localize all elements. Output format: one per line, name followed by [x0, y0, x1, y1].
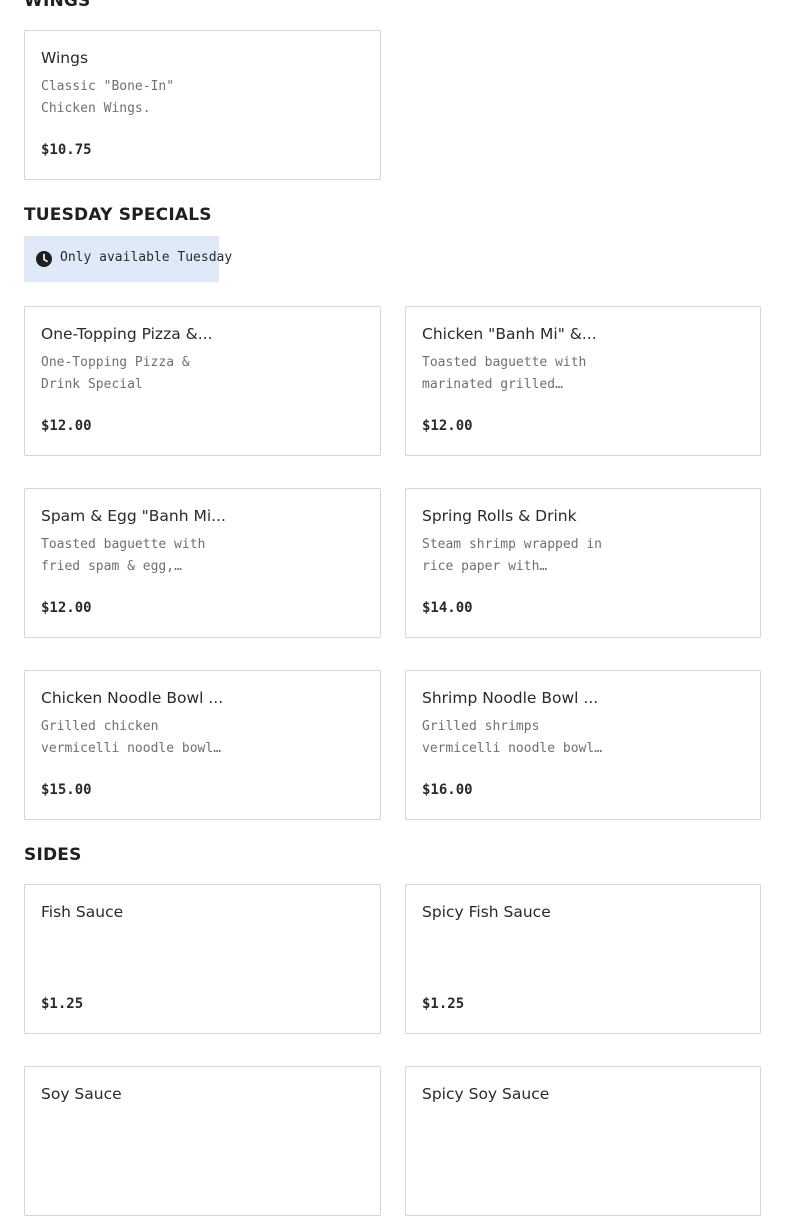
menu-item-card[interactable]: Shrimp Noodle Bowl ... Grilled shrimps v…	[405, 670, 761, 820]
item-name: Wings	[41, 49, 89, 67]
clock-icon	[36, 251, 52, 267]
section-title-tuesday-specials: TUESDAY SPECIALS	[24, 205, 212, 225]
item-name: Spicy Fish Sauce	[422, 903, 551, 921]
menu-item-card[interactable]: Fish Sauce $1.25	[24, 884, 381, 1034]
item-price: $12.00	[422, 418, 473, 434]
item-name: Soy Sauce	[41, 1085, 122, 1103]
item-description: Grilled shrimps vermicelli noodle bowl w…	[422, 719, 595, 756]
item-name: Spam & Egg "Banh Mi...	[41, 507, 226, 525]
item-name: Spring Rolls & Drink	[422, 507, 577, 525]
item-price: $12.00	[41, 600, 92, 616]
item-name: Chicken "Banh Mi" &...	[422, 325, 597, 343]
section-title-wings: WINGS	[24, 0, 91, 11]
menu-item-card[interactable]: Chicken "Banh Mi" &... Toasted baguette …	[405, 306, 761, 456]
availability-notice: Only available Tuesday	[24, 236, 232, 282]
section-title-sides: SIDES	[24, 845, 82, 865]
item-description: One-Topping Pizza & Drink Special	[41, 355, 190, 392]
item-name: Spicy Soy Sauce	[422, 1085, 550, 1103]
item-price: $1.25	[422, 996, 465, 1012]
menu-item-card[interactable]: Chicken Noodle Bowl ... Grilled chicken …	[24, 670, 381, 820]
item-price: $1.25	[41, 996, 84, 1012]
menu-item-card[interactable]: Spring Rolls & Drink Steam shrimp wrappe…	[405, 488, 761, 638]
item-description: Grilled chicken vermicelli noodle bowl w…	[41, 719, 214, 756]
menu-item-card[interactable]: One-Topping Pizza &... One-Topping Pizza…	[24, 306, 381, 456]
menu-item-card[interactable]: Wings Classic "Bone-In" Chicken Wings. $…	[24, 30, 381, 180]
item-price: $12.00	[41, 418, 92, 434]
menu-item-card[interactable]: Soy Sauce	[24, 1066, 381, 1216]
item-price: $14.00	[422, 600, 473, 616]
item-price: $10.75	[41, 142, 92, 158]
item-price: $15.00	[41, 782, 92, 798]
availability-text: Only available Tuesday	[60, 250, 233, 265]
item-price: $16.00	[422, 782, 473, 798]
item-name: Shrimp Noodle Bowl ...	[422, 689, 599, 707]
item-description: Steam shrimp wrapped in rice paper with …	[422, 537, 603, 574]
menu-item-card[interactable]: Spicy Fish Sauce $1.25	[405, 884, 761, 1034]
item-description: Toasted baguette with fried spam & egg, …	[41, 537, 206, 574]
item-name: One-Topping Pizza &...	[41, 325, 213, 343]
item-description: Toasted baguette with marinated grilled …	[422, 355, 587, 392]
menu-item-card[interactable]: Spam & Egg "Banh Mi... Toasted baguette …	[24, 488, 381, 638]
item-name: Chicken Noodle Bowl ...	[41, 689, 224, 707]
menu-item-card[interactable]: Spicy Soy Sauce	[405, 1066, 761, 1216]
item-description: Classic "Bone-In" Chicken Wings.	[41, 79, 175, 116]
item-name: Fish Sauce	[41, 903, 124, 921]
